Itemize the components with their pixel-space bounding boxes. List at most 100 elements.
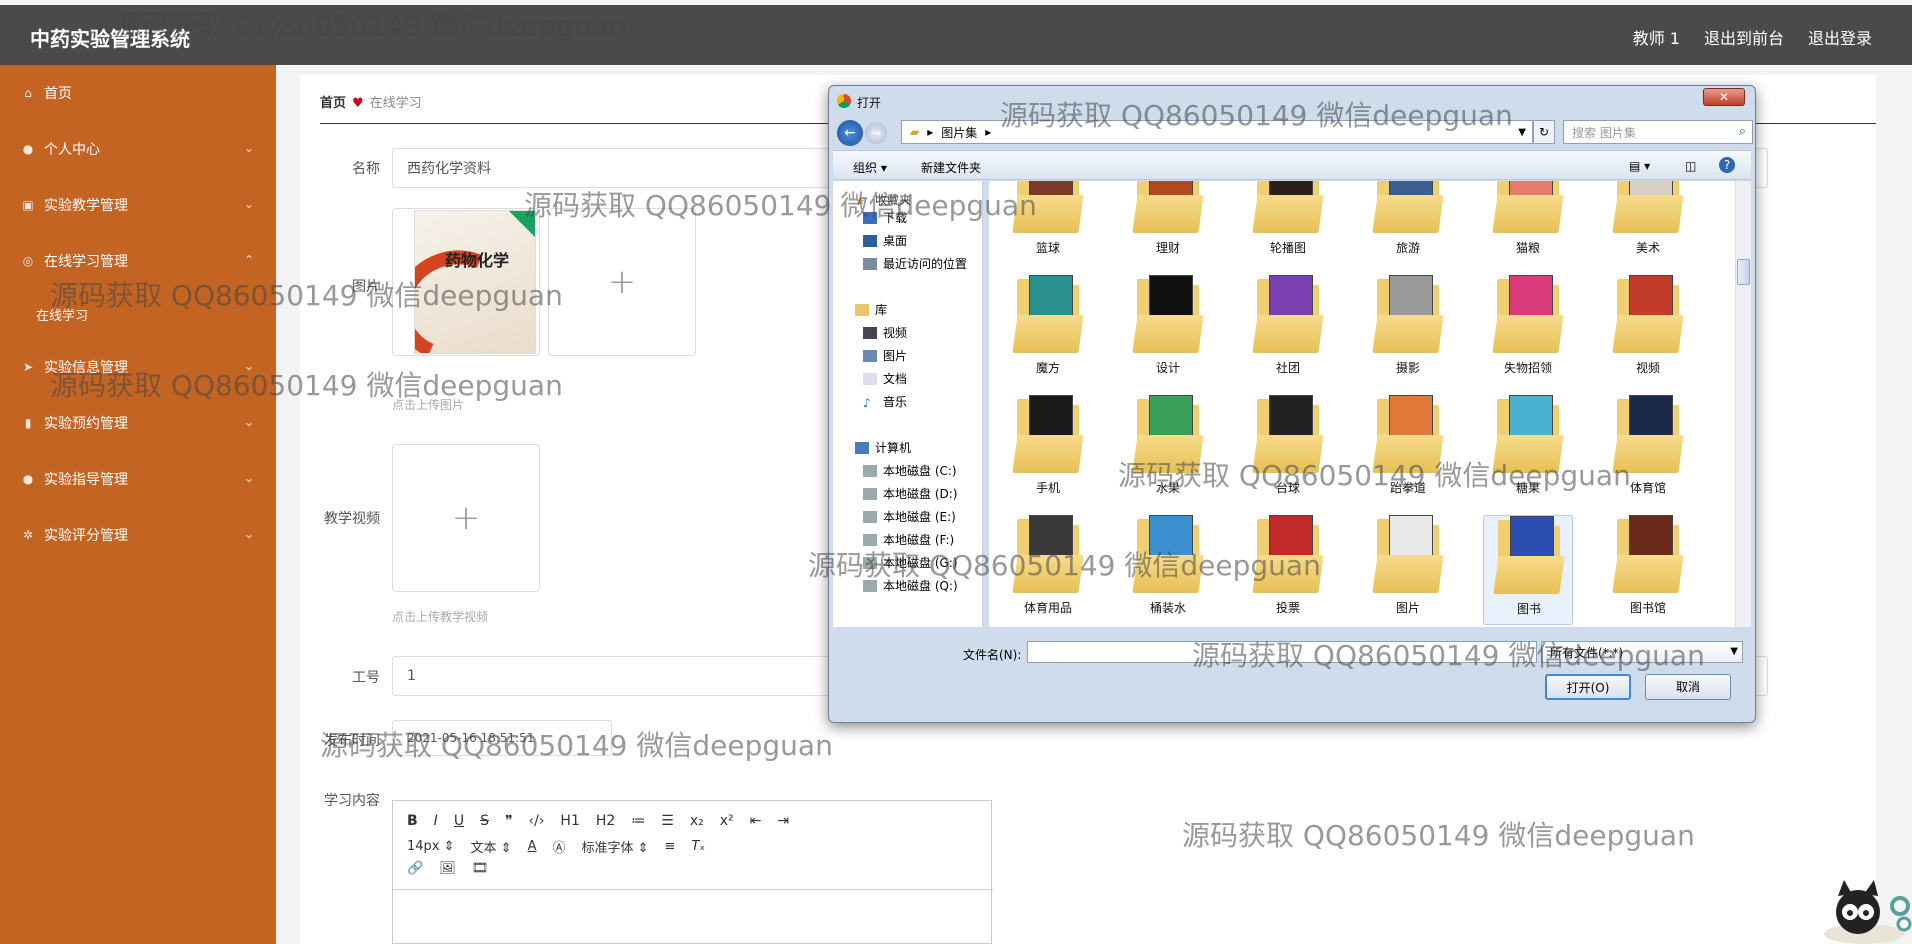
nav-drive-c[interactable]: 本地磁盘 (C:) [863, 462, 957, 479]
nav-computer[interactable]: 计算机 [855, 439, 911, 456]
strike-button[interactable]: S [480, 813, 489, 829]
dialog-close-button[interactable]: ✕ [1703, 88, 1745, 106]
video-upload-button[interactable]: + [392, 444, 540, 592]
nav-music[interactable]: ♪ 音乐 [863, 393, 907, 410]
nav-documents[interactable]: 文档 [863, 370, 907, 387]
view-options-icon[interactable]: ▤ ▾ [1629, 159, 1650, 173]
address-bar[interactable]: ▰ ▸ 图片集 ▸ ▼ [901, 120, 1533, 144]
folder-item[interactable]: 视频 [1603, 275, 1693, 385]
folder-item[interactable]: 体育馆 [1603, 395, 1693, 505]
breadcrumb-home[interactable]: 首页 [320, 96, 346, 111]
nav-videos[interactable]: 视频 [863, 324, 907, 341]
code-button[interactable]: ‹/› [529, 813, 545, 829]
folder-item[interactable]: 失物招领 [1483, 275, 1573, 385]
folder-item[interactable]: 魔方 [1003, 275, 1093, 385]
sidebar-subitem-online-learning[interactable]: 在线学习 [36, 305, 88, 324]
h2-button[interactable]: H2 [596, 813, 615, 829]
back-button[interactable]: ← [837, 120, 863, 146]
nav-favorites[interactable]: ★ 收藏夹 [855, 191, 911, 208]
font-family-select[interactable]: 标准字体 ⇕ [582, 837, 649, 856]
folder-item[interactable]: 糖果 [1483, 395, 1573, 505]
nav-recent[interactable]: 最近访问的位置 [863, 255, 967, 272]
underline-button[interactable]: U [454, 813, 464, 829]
nav-drive-e[interactable]: 本地磁盘 (E:) [863, 508, 956, 525]
forward-button[interactable]: → [865, 122, 887, 144]
nav-drive-g[interactable]: 本地磁盘 (G:) [863, 554, 958, 571]
sidebar-item-label: 实验教学管理 [44, 198, 128, 214]
folder-item[interactable]: 美术 [1603, 181, 1693, 265]
align-button[interactable]: ≡ [665, 839, 676, 854]
folder-item[interactable]: 跆拳道 [1363, 395, 1453, 505]
folder-item[interactable]: 社团 [1243, 275, 1333, 385]
bold-button[interactable]: B [407, 813, 418, 829]
sidebar-item-scoring[interactable]: ✲ 实验评分管理 ⌄ [0, 515, 276, 555]
video-icon[interactable]: 🎞 [472, 861, 489, 876]
folder-item[interactable]: 图书 [1483, 515, 1573, 625]
folder-item[interactable]: 图书馆 [1603, 515, 1693, 625]
sidebar-item-experiment-info[interactable]: ➤ 实验信息管理 ⌄ [0, 347, 276, 387]
folder-item[interactable]: 设计 [1123, 275, 1213, 385]
nav-libraries[interactable]: 库 [855, 301, 887, 318]
folder-item[interactable]: 投票 [1243, 515, 1333, 625]
image-upload-button[interactable]: + [548, 208, 696, 356]
blockquote-button[interactable]: ❞ [505, 813, 513, 829]
time-input[interactable]: 2021-05-16 18:51:51 [392, 720, 612, 756]
refresh-button[interactable]: ↻ [1533, 120, 1555, 144]
outdent-button[interactable]: ⇤ [750, 813, 762, 829]
background-color-button[interactable]: Ⓐ [552, 837, 565, 856]
folder-item[interactable]: 摄影 [1363, 275, 1453, 385]
help-icon[interactable]: ? [1719, 157, 1735, 173]
link-icon[interactable]: 🔗 [407, 861, 423, 876]
sidebar-item-personal[interactable]: ● 个人中心 ⌄ [0, 129, 276, 169]
folder-item[interactable]: 轮播图 [1243, 181, 1333, 265]
organize-button[interactable]: 组织 ▾ [853, 159, 887, 176]
sidebar-item-teaching[interactable]: ▣ 实验教学管理 ⌄ [0, 185, 276, 225]
nav-pictures[interactable]: 图片 [863, 347, 907, 364]
file-type-select[interactable]: 所有文件(*.*) ▼ [1541, 641, 1743, 663]
folder-item[interactable]: 猫粮 [1483, 181, 1573, 265]
indent-button[interactable]: ⇥ [777, 813, 789, 829]
nav-drive-d[interactable]: 本地磁盘 (D:) [863, 485, 957, 502]
to-frontend-link[interactable]: 退出到前台 [1704, 25, 1784, 49]
folder-item[interactable]: 手机 [1003, 395, 1093, 505]
superscript-button[interactable]: x² [720, 813, 734, 829]
nav-drive-q[interactable]: 本地磁盘 (Q:) [863, 577, 958, 594]
sidebar-item-guidance[interactable]: ● 实验指导管理 ⌄ [0, 459, 276, 499]
open-button[interactable]: 打开(O) [1545, 674, 1631, 700]
folder-item[interactable]: 桶装水 [1123, 515, 1213, 625]
italic-button[interactable]: I [434, 813, 438, 829]
scrollbar-thumb[interactable] [1737, 259, 1750, 285]
folder-item[interactable]: 台球 [1243, 395, 1333, 505]
sidebar-item-home[interactable]: ⌂ 首页 [0, 73, 276, 113]
path-segment[interactable]: 图片集 [941, 124, 977, 141]
file-list-scrollbar[interactable] [1735, 181, 1751, 627]
text-style-select[interactable]: 文本 ⇕ [471, 837, 512, 856]
cancel-button[interactable]: 取消 [1645, 674, 1731, 700]
filename-input[interactable] [1027, 641, 1537, 663]
subscript-button[interactable]: x₂ [690, 813, 704, 829]
address-dropdown-icon[interactable]: ▼ [1518, 127, 1526, 138]
bullet-list-button[interactable]: ☰ [661, 813, 674, 829]
new-folder-button[interactable]: 新建文件夹 [921, 159, 981, 176]
folder-item[interactable]: 体育用品 [1003, 515, 1093, 625]
folder-item[interactable]: 水果 [1123, 395, 1213, 505]
image-icon[interactable]: 🖼 [439, 861, 456, 876]
folder-item[interactable]: 篮球 [1003, 181, 1093, 265]
logout-link[interactable]: 退出登录 [1808, 25, 1872, 49]
nav-desktop[interactable]: 桌面 [863, 232, 907, 249]
font-size-select[interactable]: 14px ⇕ [407, 839, 455, 854]
sidebar-item-reservation[interactable]: ▮ 实验预约管理 ⌄ [0, 403, 276, 443]
folder-item[interactable]: 旅游 [1363, 181, 1453, 265]
folder-item[interactable]: 图片 [1363, 515, 1453, 625]
folder-item[interactable]: 理财 [1123, 181, 1213, 265]
sidebar-item-online-learning[interactable]: ◎ 在线学习管理 ⌃ [0, 241, 276, 281]
clear-format-button[interactable]: Tₓ [691, 839, 705, 854]
nav-downloads[interactable]: 下载 [863, 209, 907, 226]
user-name-link[interactable]: 教师 1 [1633, 25, 1680, 49]
nav-drive-f[interactable]: 本地磁盘 (F:) [863, 531, 954, 548]
dialog-search-input[interactable]: 搜索 图片集 ⌕ [1563, 120, 1753, 144]
preview-pane-icon[interactable]: ◫ [1685, 159, 1696, 173]
font-color-button[interactable]: A [528, 839, 537, 854]
ordered-list-button[interactable]: ≔ [631, 813, 645, 829]
h1-button[interactable]: H1 [560, 813, 579, 829]
